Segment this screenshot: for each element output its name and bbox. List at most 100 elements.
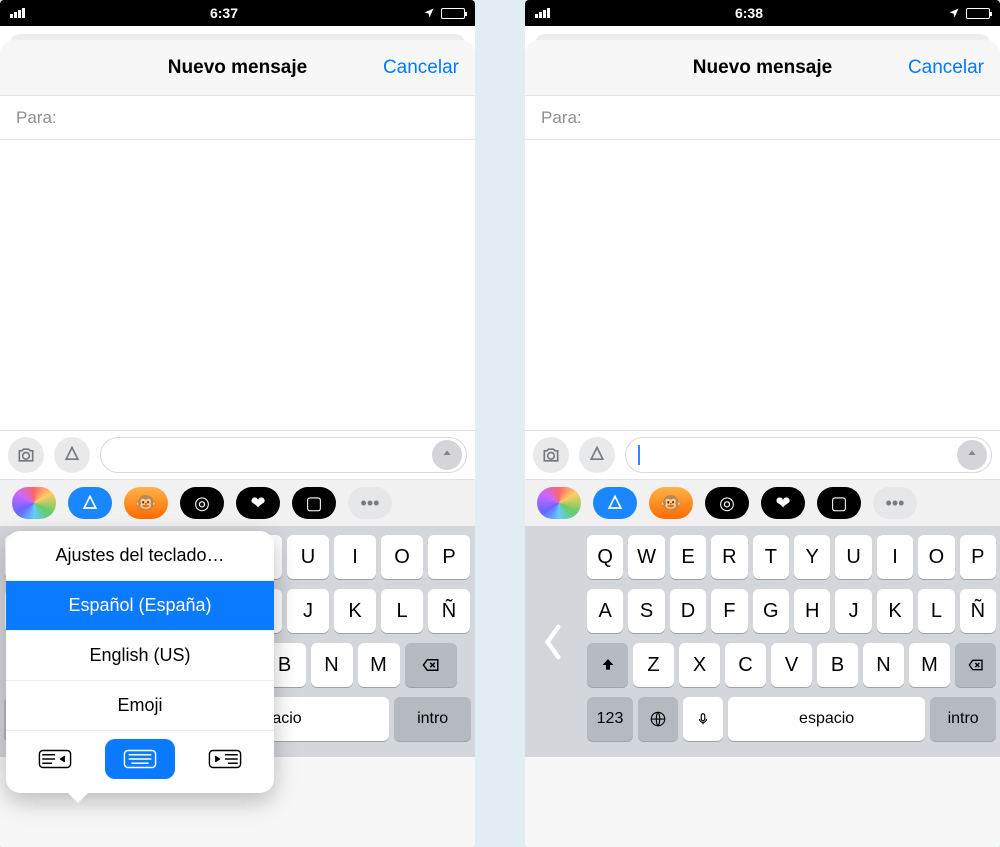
apps-strip: 🐵 ◎ ❤ ▢ ••• — [525, 479, 1000, 527]
message-body[interactable] — [0, 140, 475, 430]
app-digitaltouch[interactable]: ❤ — [236, 487, 280, 519]
key-k[interactable]: K — [877, 589, 913, 633]
key-v[interactable]: V — [771, 643, 812, 687]
key-o[interactable]: O — [381, 535, 423, 579]
signal-icon — [535, 8, 550, 18]
menu-lang-english[interactable]: English (US) — [6, 631, 274, 681]
keyboard: Q W E R T Y U I O P A S D — [583, 527, 1000, 757]
app-music[interactable]: ▢ — [817, 487, 861, 519]
key-b[interactable]: B — [817, 643, 858, 687]
cancel-button[interactable]: Cancelar — [908, 57, 984, 79]
key-n[interactable]: N — [311, 643, 353, 687]
app-music[interactable]: ▢ — [292, 487, 336, 519]
send-button[interactable] — [432, 440, 462, 470]
battery-icon — [441, 8, 465, 19]
text-cursor — [638, 445, 640, 465]
app-more[interactable]: ••• — [348, 487, 392, 519]
key-i[interactable]: I — [334, 535, 376, 579]
key-c[interactable]: C — [725, 643, 766, 687]
space-key[interactable]: espacio — [728, 697, 925, 741]
app-photos[interactable] — [12, 487, 56, 519]
key-d[interactable]: D — [670, 589, 706, 633]
key-row-1: Q W E R T Y U I O P — [587, 535, 996, 579]
nav-header: Nuevo mensaje Cancelar — [525, 40, 1000, 96]
camera-button[interactable] — [8, 437, 44, 473]
key-h[interactable]: H — [794, 589, 830, 633]
key-w[interactable]: W — [628, 535, 664, 579]
dock-center-button[interactable] — [105, 739, 175, 779]
app-activity[interactable]: ◎ — [705, 487, 749, 519]
key-i[interactable]: I — [877, 535, 913, 579]
app-appstore[interactable] — [68, 487, 112, 519]
key-p[interactable]: P — [960, 535, 996, 579]
app-memoji[interactable]: 🐵 — [649, 487, 693, 519]
app-digitaltouch[interactable]: ❤ — [761, 487, 805, 519]
key-p[interactable]: P — [428, 535, 470, 579]
menu-lang-espanol[interactable]: Español (España) — [6, 581, 274, 631]
key-g[interactable]: G — [753, 589, 789, 633]
to-label: Para: — [16, 108, 57, 128]
screenshot-left: 6:37 Nuevo mensaje Cancelar Para: — [0, 0, 475, 847]
app-activity[interactable]: ◎ — [180, 487, 224, 519]
appstore-button[interactable] — [579, 437, 615, 473]
key-enye[interactable]: Ñ — [960, 589, 996, 633]
backspace-key[interactable] — [955, 643, 996, 687]
compose-sheet: Nuevo mensaje Cancelar Para: 🐵 — [0, 40, 475, 847]
app-appstore[interactable] — [593, 487, 637, 519]
backspace-key[interactable] — [405, 643, 457, 687]
shift-key[interactable] — [587, 643, 628, 687]
appstore-button[interactable] — [54, 437, 90, 473]
expand-handle[interactable] — [525, 527, 583, 757]
menu-keyboard-settings[interactable]: Ajustes del teclado… — [6, 531, 274, 581]
key-l[interactable]: L — [381, 589, 423, 633]
key-y[interactable]: Y — [794, 535, 830, 579]
status-time: 6:38 — [550, 5, 948, 21]
one-handed-keyboard: Q W E R T Y U I O P A S D — [525, 527, 1000, 757]
camera-button[interactable] — [533, 437, 569, 473]
key-t[interactable]: T — [753, 535, 789, 579]
key-k[interactable]: K — [334, 589, 376, 633]
key-s[interactable]: S — [628, 589, 664, 633]
cancel-button[interactable]: Cancelar — [383, 57, 459, 79]
key-j[interactable]: J — [287, 589, 329, 633]
key-f[interactable]: F — [711, 589, 747, 633]
menu-emoji[interactable]: Emoji — [6, 681, 274, 731]
key-m[interactable]: M — [909, 643, 950, 687]
message-input[interactable] — [100, 437, 467, 473]
key-enye[interactable]: Ñ — [428, 589, 470, 633]
to-field-row[interactable]: Para: — [0, 96, 475, 140]
key-o[interactable]: O — [918, 535, 954, 579]
key-m[interactable]: M — [358, 643, 400, 687]
dock-left-button[interactable] — [20, 739, 90, 779]
globe-key[interactable] — [638, 697, 678, 741]
battery-icon — [966, 8, 990, 19]
compose-bar — [525, 430, 1000, 479]
key-q[interactable]: Q — [587, 535, 623, 579]
dock-right-button[interactable] — [190, 739, 260, 779]
key-n[interactable]: N — [863, 643, 904, 687]
numeric-key[interactable]: 123 — [587, 697, 633, 741]
key-e[interactable]: E — [670, 535, 706, 579]
app-more[interactable]: ••• — [873, 487, 917, 519]
key-l[interactable]: L — [918, 589, 954, 633]
page-title: Nuevo mensaje — [693, 57, 832, 79]
to-field-row[interactable]: Para: — [525, 96, 1000, 140]
key-x[interactable]: X — [679, 643, 720, 687]
enter-key[interactable]: intro — [394, 697, 471, 741]
enter-key[interactable]: intro — [930, 697, 996, 741]
location-icon — [948, 7, 960, 19]
dictation-key[interactable] — [683, 697, 723, 741]
key-u[interactable]: U — [287, 535, 329, 579]
key-u[interactable]: U — [835, 535, 871, 579]
app-memoji[interactable]: 🐵 — [124, 487, 168, 519]
key-z[interactable]: Z — [633, 643, 674, 687]
key-r[interactable]: R — [711, 535, 747, 579]
message-input[interactable] — [625, 437, 992, 473]
send-button[interactable] — [957, 440, 987, 470]
screenshot-right: 6:38 Nuevo mensaje Cancelar Para: — [525, 0, 1000, 847]
key-a[interactable]: A — [587, 589, 623, 633]
message-body[interactable] — [525, 140, 1000, 430]
app-photos[interactable] — [537, 487, 581, 519]
signal-icon — [10, 8, 25, 18]
key-j[interactable]: J — [835, 589, 871, 633]
